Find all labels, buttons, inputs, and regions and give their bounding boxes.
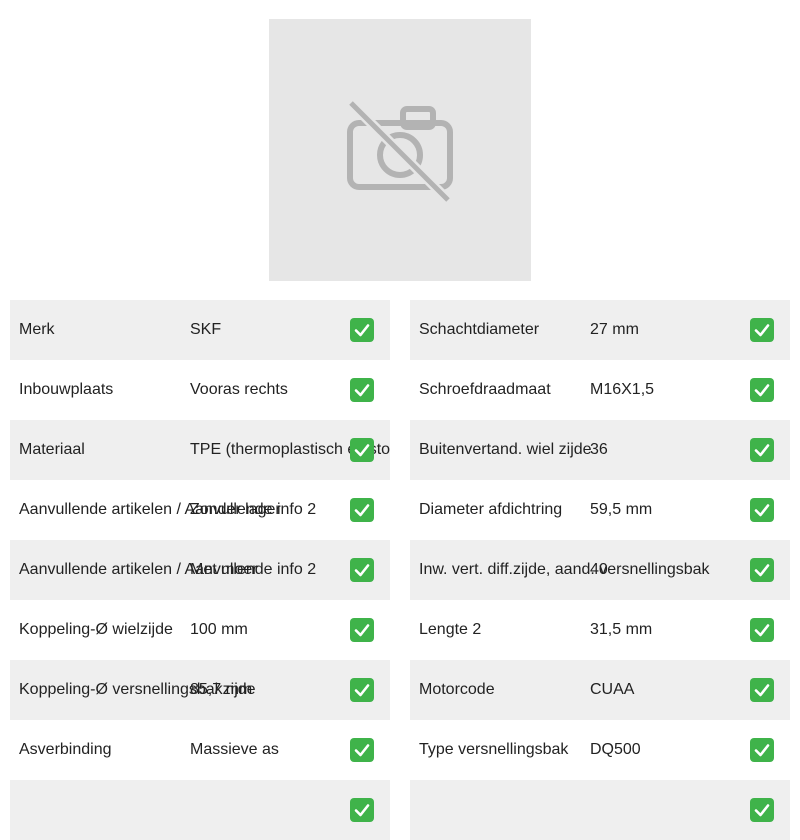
spec-label: Materiaal [19, 441, 85, 458]
spec-value: 31,5 mm [590, 621, 653, 638]
spec-value: Massieve as [190, 741, 279, 758]
spec-row: Merk SKF [10, 300, 390, 360]
spec-row: Diameter afdichtring 59,5 mm [410, 480, 790, 540]
spec-row-partial [10, 780, 390, 840]
spec-row: Koppeling-Ø versnellingsbakzijde 85,7 mm [10, 660, 390, 720]
spec-row: Buitenvertand. wiel zijde 36 [410, 420, 790, 480]
spec-label: Motorcode [419, 681, 495, 698]
spec-row: Schroefdraadmaat M16X1,5 [410, 360, 790, 420]
spec-value: M16X1,5 [590, 381, 655, 398]
check-icon [750, 678, 774, 702]
check-icon [750, 378, 774, 402]
spec-value: 59,5 mm [590, 501, 653, 518]
check-icon [750, 498, 774, 522]
spec-row: Asverbinding Massieve as [10, 720, 390, 780]
spec-label: Diameter afdichtring [419, 501, 563, 518]
check-icon [750, 738, 774, 762]
spec-label: Koppeling-Ø wielzijde [19, 621, 173, 638]
check-icon [750, 318, 774, 342]
spec-value: Met moer [190, 561, 258, 578]
spec-table-left: Merk SKF Inbouwplaats Vooras rechts Mate… [10, 300, 390, 840]
spec-row: Inbouwplaats Vooras rechts [10, 360, 390, 420]
spec-row: Aanvullende artikelen / Aanvullende info… [10, 540, 390, 600]
spec-label: Schroefdraadmaat [419, 381, 551, 398]
check-icon [350, 738, 374, 762]
check-icon [350, 438, 374, 462]
check-icon [350, 618, 374, 642]
check-icon [350, 678, 374, 702]
check-icon [350, 798, 374, 822]
spec-label: Asverbinding [19, 741, 112, 758]
spec-label: Schachtdiameter [419, 321, 540, 338]
spec-row: Inw. vert. diff.zijde, aand. versnelling… [410, 540, 790, 600]
spec-value: DQ500 [590, 741, 641, 758]
spec-row: Materiaal TPE (thermoplastisch elastomee… [10, 420, 390, 480]
no-photo-icon [347, 99, 453, 204]
spec-row: Lengte 2 31,5 mm [410, 600, 790, 660]
spec-value: 27 mm [590, 321, 639, 338]
spec-row: Schachtdiameter 27 mm [410, 300, 790, 360]
spec-value: 40 [590, 561, 608, 578]
spec-label: Merk [19, 321, 55, 338]
spec-label: Aanvullende artikelen / Aanvullende info… [19, 561, 317, 578]
spec-value: Zonder lager [190, 501, 281, 518]
spec-value: 36 [590, 441, 608, 458]
check-icon [750, 438, 774, 462]
spec-label: Buitenvertand. wiel zijde [419, 441, 592, 458]
spec-label: Type versnellingsbak [419, 741, 569, 758]
spec-value: 85,7 mm [190, 681, 253, 698]
check-icon [750, 798, 774, 822]
spec-value: CUAA [590, 681, 635, 698]
spec-value: SKF [190, 321, 222, 338]
spec-row: Motorcode CUAA [410, 660, 790, 720]
spec-row: Koppeling-Ø wielzijde 100 mm [10, 600, 390, 660]
spec-label: Inw. vert. diff.zijde, aand. versnelling… [419, 561, 710, 578]
check-icon [350, 498, 374, 522]
spec-table-right: Schachtdiameter 27 mm Schroefdraadmaat M… [410, 300, 790, 840]
spec-label: Inbouwplaats [19, 381, 114, 398]
spec-value: Vooras rechts [190, 381, 288, 398]
product-image-placeholder [269, 19, 531, 281]
check-icon [750, 618, 774, 642]
spec-value: 100 mm [190, 621, 248, 638]
check-icon [350, 558, 374, 582]
spec-label: Lengte 2 [419, 621, 482, 638]
spec-row-partial [410, 780, 790, 840]
spec-row: Aanvullende artikelen / Aanvullende info… [10, 480, 390, 540]
check-icon [750, 558, 774, 582]
check-icon [350, 378, 374, 402]
check-icon [350, 318, 374, 342]
spec-row: Type versnellingsbak DQ500 [410, 720, 790, 780]
